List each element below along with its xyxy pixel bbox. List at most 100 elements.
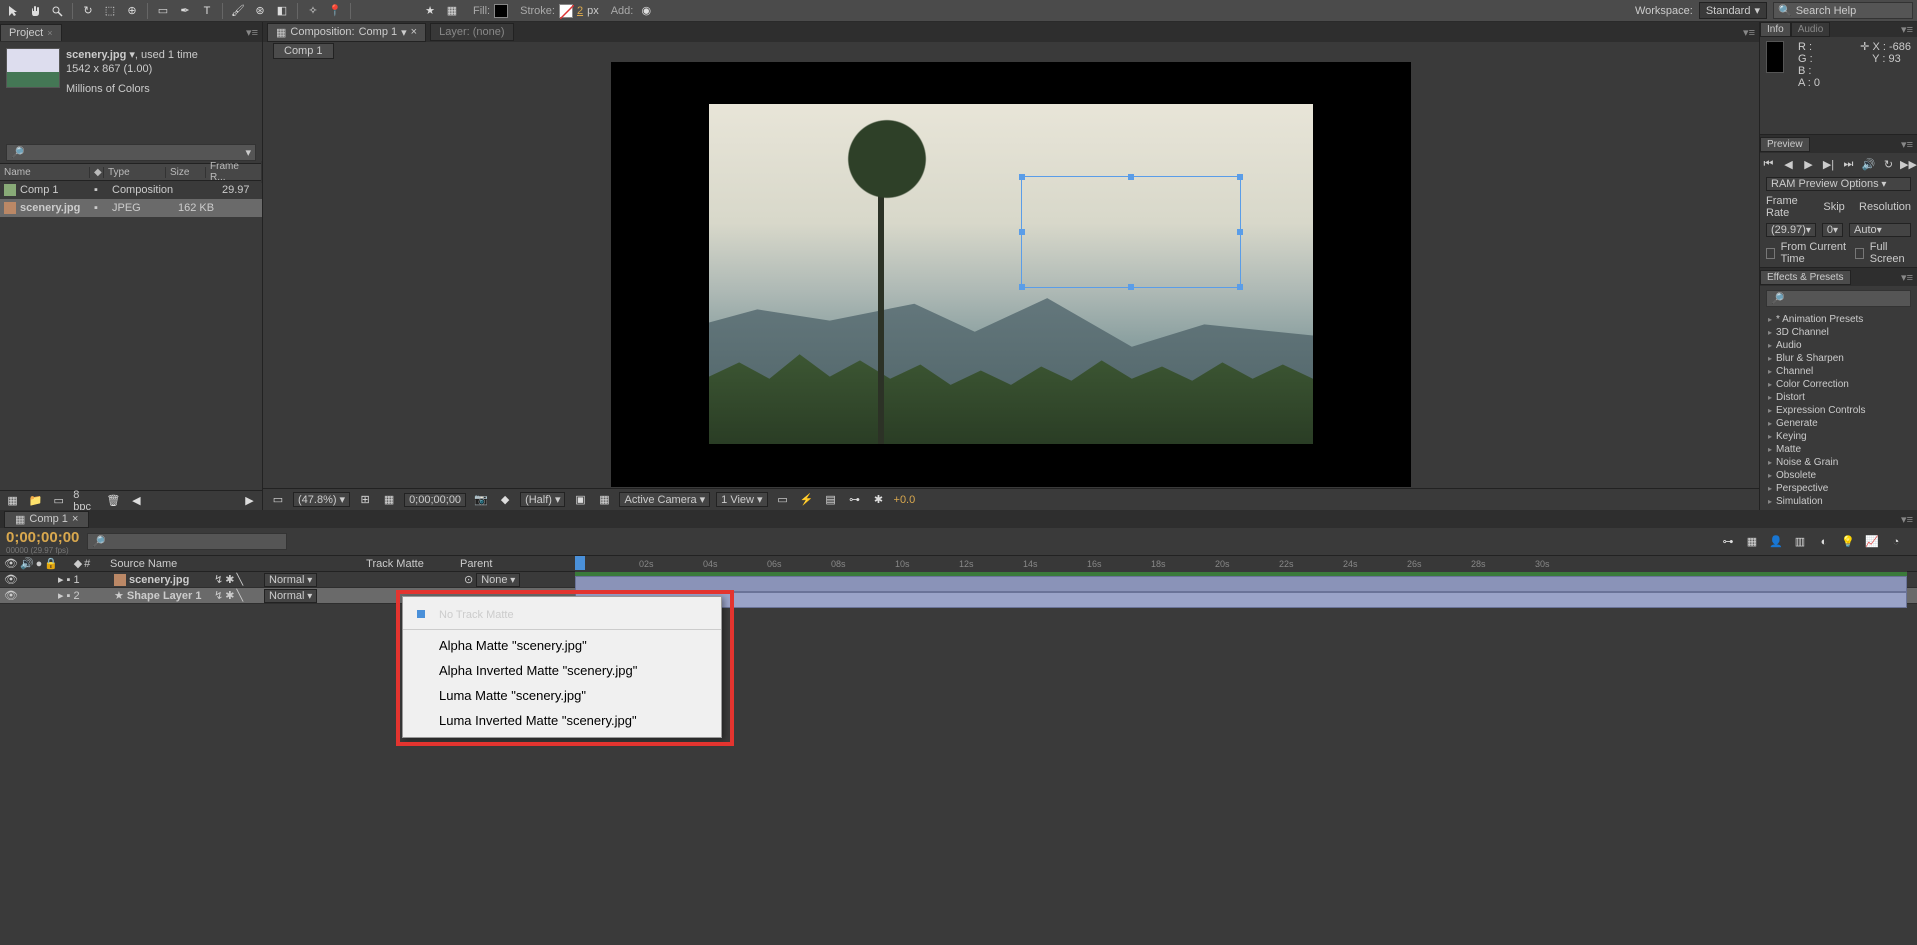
prev-frame-icon[interactable]: ◀: [1782, 157, 1796, 171]
panel-menu-icon[interactable]: ▾≡: [246, 26, 258, 39]
audio-tab[interactable]: Audio: [1791, 22, 1831, 37]
project-item-image[interactable]: scenery.jpg ▪ JPEG 162 KB: [0, 199, 262, 217]
trash-icon[interactable]: 🗑: [105, 492, 122, 510]
graph-editor-icon[interactable]: 📈: [1863, 533, 1881, 551]
snapshot-icon[interactable]: 📷: [472, 491, 490, 509]
interpret-icon[interactable]: ▦: [4, 492, 21, 510]
project-item-comp[interactable]: Comp 1 ▪ Composition 29.97: [0, 181, 262, 199]
mute-icon[interactable]: 🔊: [1862, 157, 1876, 171]
framerate-dropdown[interactable]: (29.97)▾: [1766, 223, 1816, 237]
hand-tool-icon[interactable]: [26, 2, 44, 20]
project-search-input[interactable]: 🔎▾: [6, 144, 256, 161]
comp-mini-flowchart-icon[interactable]: ⊶: [1719, 533, 1737, 551]
effects-category[interactable]: Audio: [1760, 339, 1917, 352]
effects-category[interactable]: Expression Controls: [1760, 404, 1917, 417]
loop-icon[interactable]: ↻: [1882, 157, 1896, 171]
effects-category[interactable]: Generate: [1760, 417, 1917, 430]
menu-item-alpha-matte[interactable]: Alpha Matte "scenery.jpg": [403, 633, 721, 658]
brush-tool-icon[interactable]: 🖌: [229, 2, 247, 20]
auto-keyframe-icon[interactable]: ◔: [1887, 533, 1905, 551]
zoom-dropdown[interactable]: (47.8%)▾: [293, 492, 350, 507]
from-current-checkbox[interactable]: [1766, 248, 1775, 259]
current-timecode[interactable]: 0;00;00;00: [6, 529, 79, 546]
roi-icon[interactable]: ▣: [571, 491, 589, 509]
menu-item-no-track-matte[interactable]: No Track Matte: [403, 601, 721, 626]
pan-behind-tool-icon[interactable]: ⊕: [123, 2, 141, 20]
timeline-tab[interactable]: ▦Comp 1×: [4, 511, 89, 528]
motion-blur-icon[interactable]: ◐: [1815, 533, 1833, 551]
canvas[interactable]: [709, 104, 1313, 444]
menu-item-luma-matte[interactable]: Luma Matte "scenery.jpg": [403, 683, 721, 708]
rect-tool-icon[interactable]: ▭: [154, 2, 172, 20]
effects-category[interactable]: Distort: [1760, 391, 1917, 404]
parent-dropdown[interactable]: None ▾: [476, 573, 520, 587]
play-icon[interactable]: ▶: [1802, 157, 1816, 171]
next-frame-icon[interactable]: ▶|: [1822, 157, 1836, 171]
comp-subtab[interactable]: Comp 1: [273, 43, 334, 59]
view-dropdown[interactable]: 1 View▾: [716, 492, 767, 507]
selection-bounding-box[interactable]: [1021, 176, 1241, 288]
menu-item-luma-inverted[interactable]: Luma Inverted Matte "scenery.jpg": [403, 708, 721, 733]
eraser-tool-icon[interactable]: ◧: [273, 2, 291, 20]
add-menu-icon[interactable]: ◉: [637, 2, 655, 20]
prev-icon[interactable]: ◀: [128, 492, 145, 510]
camera-tool-icon[interactable]: ⬚: [101, 2, 119, 20]
timeline-icon[interactable]: ▤: [822, 491, 840, 509]
panel-menu-icon[interactable]: ▾≡: [1743, 26, 1755, 39]
resolution-dropdown[interactable]: (Half)▾: [520, 492, 565, 507]
effects-category[interactable]: Perspective: [1760, 482, 1917, 495]
grid-icon[interactable]: ▦: [443, 2, 461, 20]
mask-toggle-icon[interactable]: ▦: [380, 491, 398, 509]
frame-blend-icon[interactable]: ▥: [1791, 533, 1809, 551]
flowchart-icon[interactable]: ⊶: [846, 491, 864, 509]
composition-tab[interactable]: ▦Composition: Comp 1▾×: [267, 23, 426, 42]
time-display[interactable]: 0;00;00;00: [404, 493, 466, 507]
project-tab[interactable]: Project×: [0, 24, 62, 41]
composition-viewer[interactable]: [263, 60, 1759, 488]
next-icon[interactable]: ▶: [241, 492, 258, 510]
always-preview-icon[interactable]: ▭: [269, 491, 287, 509]
playhead[interactable]: [575, 556, 585, 570]
bpc-button[interactable]: 8 bpc: [73, 489, 99, 513]
effects-category[interactable]: Noise & Grain: [1760, 456, 1917, 469]
selection-tool-icon[interactable]: [4, 2, 22, 20]
full-screen-checkbox[interactable]: [1855, 248, 1864, 259]
exposure-reset-icon[interactable]: ✱: [870, 491, 888, 509]
ram-options-dropdown[interactable]: RAM Preview Options ▾: [1766, 177, 1911, 191]
effects-category[interactable]: Channel: [1760, 365, 1917, 378]
first-frame-icon[interactable]: ⏮: [1762, 157, 1776, 171]
res-dropdown[interactable]: Auto▾: [1849, 223, 1911, 237]
stroke-swatch[interactable]: [559, 4, 573, 18]
effects-category[interactable]: * Animation Presets: [1760, 313, 1917, 326]
effects-category[interactable]: Simulation: [1760, 495, 1917, 508]
clone-tool-icon[interactable]: ⊛: [251, 2, 269, 20]
pixel-aspect-icon[interactable]: ▭: [774, 491, 792, 509]
fill-swatch[interactable]: [494, 4, 508, 18]
effects-tab[interactable]: Effects & Presets: [1760, 270, 1851, 285]
draft-3d-icon[interactable]: ▦: [1743, 533, 1761, 551]
effects-category[interactable]: Matte: [1760, 443, 1917, 456]
info-tab[interactable]: Info: [1760, 22, 1791, 37]
rotate-tool-icon[interactable]: ↻: [79, 2, 97, 20]
menu-item-alpha-inverted[interactable]: Alpha Inverted Matte "scenery.jpg": [403, 658, 721, 683]
preview-tab[interactable]: Preview: [1760, 137, 1810, 152]
effects-category[interactable]: 3D Channel: [1760, 326, 1917, 339]
transparency-icon[interactable]: ▦: [595, 491, 613, 509]
zoom-tool-icon[interactable]: [48, 2, 66, 20]
channel-icon[interactable]: ◆: [496, 491, 514, 509]
text-tool-icon[interactable]: T: [198, 2, 216, 20]
workspace-dropdown[interactable]: Standard▾: [1699, 2, 1767, 19]
ram-preview-icon[interactable]: ▶▶: [1902, 157, 1916, 171]
layer-tab[interactable]: Layer: (none): [430, 23, 513, 41]
star-icon[interactable]: ★: [421, 2, 439, 20]
effects-category[interactable]: Color Correction: [1760, 378, 1917, 391]
last-frame-icon[interactable]: ⏭: [1842, 157, 1856, 171]
layer-bar-1[interactable]: [575, 576, 1907, 592]
fast-preview-icon[interactable]: ⚡: [798, 491, 816, 509]
blend-mode-dropdown[interactable]: Normal ▾: [264, 573, 317, 587]
search-help-input[interactable]: 🔍 Search Help: [1773, 2, 1913, 19]
blend-mode-dropdown[interactable]: Normal ▾: [264, 589, 317, 603]
camera-dropdown[interactable]: Active Camera▾: [619, 492, 710, 507]
grid-toggle-icon[interactable]: ⊞: [356, 491, 374, 509]
folder-icon[interactable]: 📁: [27, 492, 44, 510]
